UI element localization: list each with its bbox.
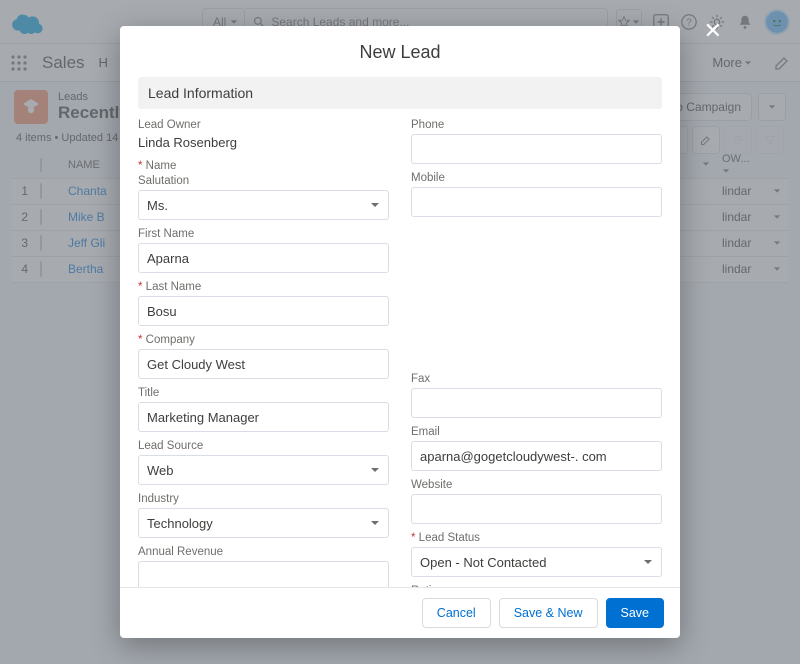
label-lead-source: Lead Source [138,440,389,452]
company-input[interactable] [138,349,389,379]
phone-input[interactable] [411,134,662,164]
salutation-value: Ms. [147,198,168,213]
label-industry: Industry [138,493,389,505]
industry-select[interactable]: Technology [138,508,389,538]
modal-footer: Cancel Save & New Save [120,587,680,638]
modal-body[interactable]: Lead Information Lead Owner Linda Rosenb… [120,77,680,587]
website-input[interactable] [411,494,662,524]
annual-revenue-input[interactable] [138,561,389,587]
email-input[interactable] [411,441,662,471]
label-title: Title [138,387,389,399]
lead-source-value: Web [147,463,174,478]
lead-status-select[interactable]: Open - Not Contacted [411,547,662,577]
lead-source-select[interactable]: Web [138,455,389,485]
form-col-right: Phone Mobile Fax Email [411,119,662,587]
caret-down-icon [643,557,653,567]
label-website: Website [411,479,662,491]
label-lead-owner: Lead Owner [138,119,389,131]
label-rating: Rating [411,585,662,587]
caret-down-icon [370,518,380,528]
label-salutation: Salutation [138,175,389,187]
value-lead-owner: Linda Rosenberg [138,135,237,150]
label-mobile: Mobile [411,172,662,184]
label-first-name: First Name [138,228,389,240]
mobile-input[interactable] [411,187,662,217]
caret-down-icon [370,465,380,475]
label-lead-status: Lead Status [411,532,662,544]
label-name: Name [138,160,389,172]
save-and-new-button[interactable]: Save & New [499,598,598,628]
caret-down-icon [370,200,380,210]
label-last-name: Last Name [138,281,389,293]
modal-close-button[interactable]: ✕ [704,18,722,44]
new-lead-modal: New Lead Lead Information Lead Owner Lin… [120,26,680,638]
form-col-left: Lead Owner Linda Rosenberg Name Salutati… [138,119,389,587]
modal-title: New Lead [120,26,680,77]
save-button[interactable]: Save [606,598,665,628]
cancel-button[interactable]: Cancel [422,598,491,628]
lead-status-value: Open - Not Contacted [420,555,546,570]
label-phone: Phone [411,119,662,131]
modal-backdrop[interactable]: ✕ New Lead Lead Information Lead Owner L… [0,0,800,664]
title-input[interactable] [138,402,389,432]
salutation-select[interactable]: Ms. [138,190,389,220]
label-email: Email [411,426,662,438]
industry-value: Technology [147,516,213,531]
last-name-input[interactable] [138,296,389,326]
label-annual-revenue: Annual Revenue [138,546,389,558]
label-company: Company [138,334,389,346]
first-name-input[interactable] [138,243,389,273]
label-fax: Fax [411,373,662,385]
section-lead-information: Lead Information [138,77,662,109]
fax-input[interactable] [411,388,662,418]
